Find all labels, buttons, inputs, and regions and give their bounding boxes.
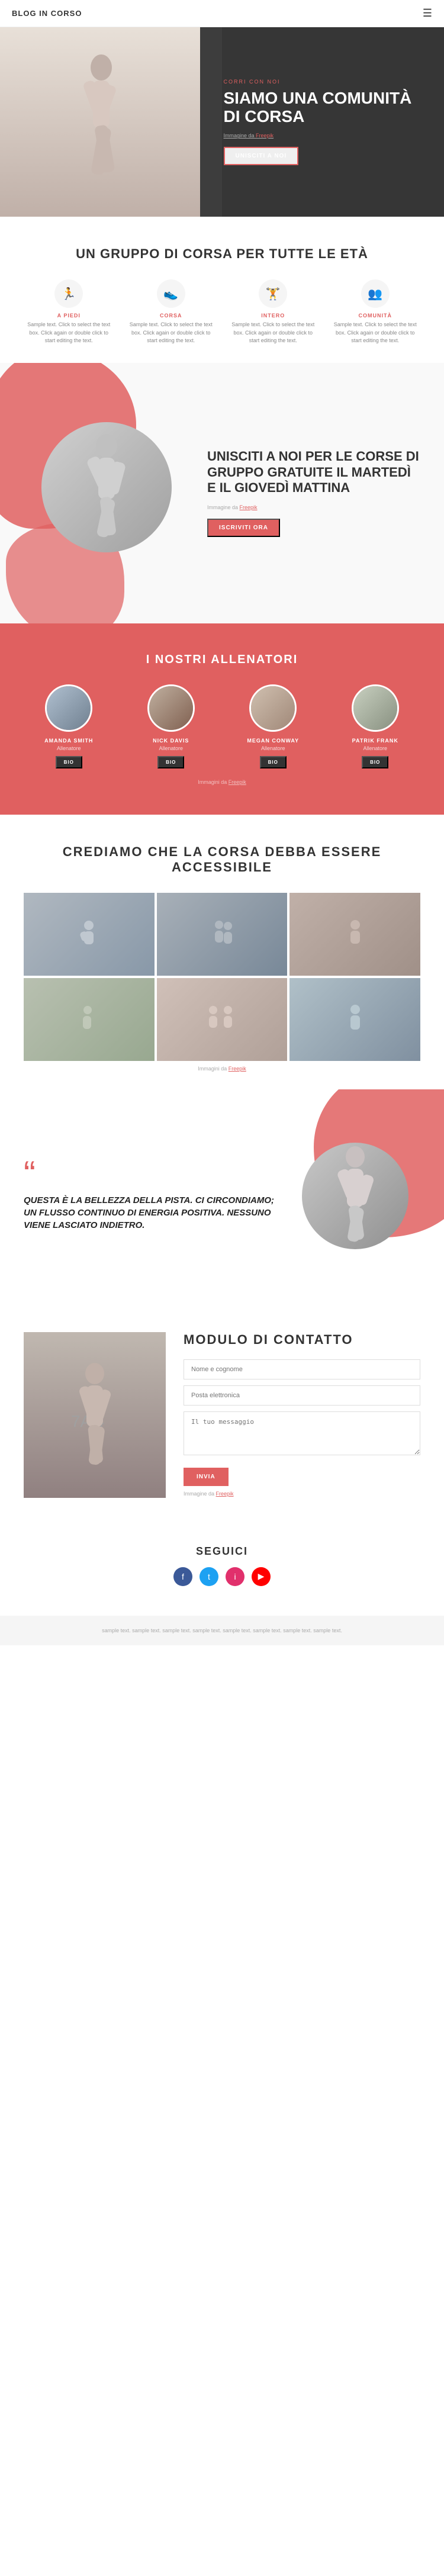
trainer-role-3: Allenatore bbox=[363, 745, 387, 751]
trainer-name-2: MEGAN CONWAY bbox=[247, 738, 299, 744]
trainers-grid: AMANDA SMITH Allenatore BIO NICK DAVIS A… bbox=[24, 684, 420, 768]
trainer-role-2: Allenatore bbox=[261, 745, 285, 751]
accessible-section: CREDIAMO CHE LA CORSA DEBBA ESSERE ACCES… bbox=[0, 815, 444, 1072]
feature-icon-2: 🏋️ bbox=[259, 279, 287, 308]
site-logo: BLOG IN CORSO bbox=[12, 9, 82, 18]
feature-item-0: 🏃 A PIEDI Sample text. Click to select t… bbox=[24, 279, 114, 345]
feature-text-2: Sample text. Click to select the text bo… bbox=[228, 321, 318, 345]
feature-label-3: COMUNITÀ bbox=[359, 313, 392, 319]
feature-item-3: 👥 COMUNITÀ Sample text. Click to select … bbox=[330, 279, 421, 345]
photo-3 bbox=[24, 978, 155, 1061]
trainer-card-3: PATRIK FRANK Allenatore BIO bbox=[330, 684, 421, 768]
twitter-icon[interactable]: t bbox=[200, 1567, 218, 1586]
trainer-avatar-3 bbox=[352, 684, 399, 732]
feature-item-1: 👟 CORSA Sample text. Click to select the… bbox=[126, 279, 217, 345]
trainers-heading: I NOSTRI ALLENATORI bbox=[24, 653, 420, 667]
trainer-name-1: NICK DAVIS bbox=[153, 738, 189, 744]
submit-button[interactable]: INVIA bbox=[184, 1468, 229, 1486]
quote-mark: “ bbox=[24, 1160, 278, 1188]
hero-runner-image bbox=[0, 27, 200, 217]
photo-1 bbox=[157, 893, 288, 976]
message-field[interactable] bbox=[184, 1411, 420, 1455]
footer-text: sample text. sample text. sample text. s… bbox=[24, 1628, 420, 1633]
social-icons-container: f t i ▶ bbox=[24, 1567, 420, 1586]
social-section: SEGUICI f t i ▶ bbox=[0, 1527, 444, 1616]
trainers-credit: Immagini da Freepik bbox=[24, 779, 420, 785]
footer: sample text. sample text. sample text. s… bbox=[0, 1616, 444, 1645]
feature-icon-3: 👥 bbox=[361, 279, 390, 308]
feature-text-1: Sample text. Click to select the text bo… bbox=[126, 321, 217, 345]
navbar: BLOG IN CORSO ☰ bbox=[0, 0, 444, 27]
accessible-heading: CREDIAMO CHE LA CORSA DEBBA ESSERE ACCES… bbox=[24, 844, 420, 875]
join-section: UNISCITI A NOI PER LE CORSE DI GRUPPO GR… bbox=[0, 363, 444, 623]
feature-icon-0: 🏃 bbox=[54, 279, 83, 308]
feature-label-1: CORSA bbox=[160, 313, 182, 319]
menu-icon[interactable]: ☰ bbox=[423, 7, 432, 20]
email-field[interactable] bbox=[184, 1385, 420, 1406]
quote-text: QUESTA È LA BELLEZZA DELLA PISTA. CI CIR… bbox=[24, 1194, 278, 1231]
contact-form-area: MODULO DI CONTATTO INVIA Immagine da Fre… bbox=[184, 1332, 420, 1497]
trainer-card-1: NICK DAVIS Allenatore BIO bbox=[126, 684, 217, 768]
trainer-name-0: AMANDA SMITH bbox=[44, 738, 93, 744]
contact-image: 7A 4 bbox=[24, 1332, 166, 1498]
hero-credit: Immagine da Freepik bbox=[224, 133, 427, 139]
quote-content: “ QUESTA È LA BELLEZZA DELLA PISTA. CI C… bbox=[24, 1160, 290, 1231]
hero-background: CORRI CON NOI SIAMO UNA COMUNITÀ DI CORS… bbox=[0, 27, 444, 217]
photos-grid bbox=[24, 893, 420, 1061]
group-section: UN GRUPPO DI CORSA PER TUTTE LE ETÀ 🏃 A … bbox=[0, 217, 444, 363]
name-field[interactable] bbox=[184, 1359, 420, 1379]
hero-subtitle: CORRI CON NOI bbox=[224, 79, 427, 85]
social-heading: SEGUICI bbox=[24, 1545, 420, 1558]
contact-heading: MODULO DI CONTATTO bbox=[184, 1332, 420, 1348]
youtube-icon[interactable]: ▶ bbox=[252, 1567, 271, 1586]
join-heading: UNISCITI A NOI PER LE CORSE DI GRUPPO GR… bbox=[207, 449, 420, 496]
join-button[interactable]: ISCRIVITI ORA bbox=[207, 519, 280, 537]
quote-image-area bbox=[290, 1125, 420, 1267]
feature-item-2: 🏋️ INTERO Sample text. Click to select t… bbox=[228, 279, 318, 345]
hero-overlay: CORRI CON NOI SIAMO UNA COMUNITÀ DI CORS… bbox=[200, 27, 444, 217]
join-image-area bbox=[24, 398, 189, 588]
trainer-avatar-0 bbox=[45, 684, 92, 732]
instagram-icon[interactable]: i bbox=[226, 1567, 244, 1586]
feature-label-0: A PIEDI bbox=[57, 313, 81, 319]
contact-credit: Immagine da Freepik bbox=[184, 1491, 420, 1497]
hero-title: SIAMO UNA COMUNITÀ DI CORSA bbox=[224, 89, 427, 126]
trainer-bio-btn-2[interactable]: BIO bbox=[260, 756, 287, 768]
quote-section: “ QUESTA È LA BELLEZZA DELLA PISTA. CI C… bbox=[0, 1089, 444, 1303]
group-heading: UN GRUPPO DI CORSA PER TUTTE LE ETÀ bbox=[24, 246, 420, 262]
trainer-role-1: Allenatore bbox=[159, 745, 183, 751]
photo-2 bbox=[289, 893, 420, 976]
trainer-role-0: Allenatore bbox=[57, 745, 81, 751]
join-content: UNISCITI A NOI PER LE CORSE DI GRUPPO GR… bbox=[207, 449, 420, 536]
trainer-card-2: MEGAN CONWAY Allenatore BIO bbox=[228, 684, 318, 768]
feature-text-0: Sample text. Click to select the text bo… bbox=[24, 321, 114, 345]
join-runner-image bbox=[41, 422, 172, 552]
trainer-card-0: AMANDA SMITH Allenatore BIO bbox=[24, 684, 114, 768]
trainer-bio-btn-0[interactable]: BIO bbox=[56, 756, 82, 768]
feature-icon-1: 👟 bbox=[157, 279, 185, 308]
trainer-name-3: PATRIK FRANK bbox=[352, 738, 398, 744]
trainer-bio-btn-1[interactable]: BIO bbox=[157, 756, 184, 768]
hero-section: CORRI CON NOI SIAMO UNA COMUNITÀ DI CORS… bbox=[0, 27, 444, 217]
feature-label-2: INTERO bbox=[261, 313, 285, 319]
trainer-avatar-2 bbox=[249, 684, 297, 732]
trainers-section: I NOSTRI ALLENATORI AMANDA SMITH Allenat… bbox=[0, 623, 444, 815]
photo-0 bbox=[24, 893, 155, 976]
join-credit: Immagine da Freepik bbox=[207, 504, 420, 510]
hero-cta-button[interactable]: UNISCITI A NOI bbox=[224, 147, 299, 165]
quote-runner-image bbox=[302, 1143, 408, 1249]
photo-5 bbox=[289, 978, 420, 1061]
photo-4 bbox=[157, 978, 288, 1061]
contact-section: 7A 4 MODULO DI CONTATTO INVIA Immagine d… bbox=[0, 1303, 444, 1527]
features-grid: 🏃 A PIEDI Sample text. Click to select t… bbox=[24, 279, 420, 345]
feature-text-3: Sample text. Click to select the text bo… bbox=[330, 321, 421, 345]
facebook-icon[interactable]: f bbox=[173, 1567, 192, 1586]
trainer-avatar-1 bbox=[147, 684, 195, 732]
trainer-bio-btn-3[interactable]: BIO bbox=[362, 756, 388, 768]
accessible-credit: Immagini da Freepik bbox=[24, 1066, 420, 1072]
